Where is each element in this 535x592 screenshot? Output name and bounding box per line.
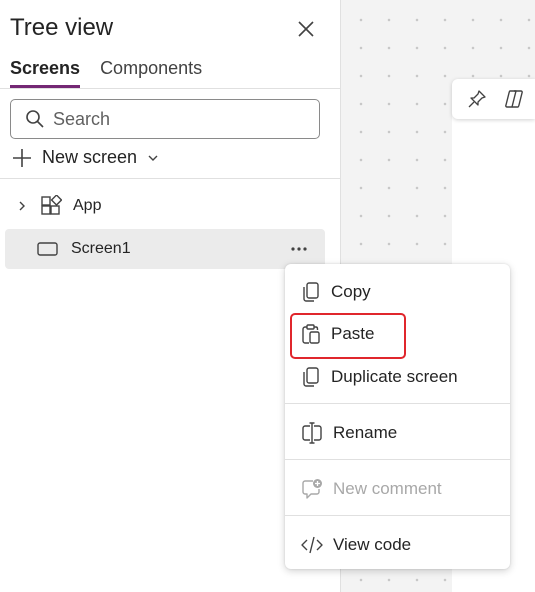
menu-item-label: Rename: [333, 423, 398, 442]
tree-item-screen1[interactable]: Screen1: [5, 229, 325, 269]
panel-title: Tree view: [10, 14, 114, 41]
tab-components[interactable]: Components: [100, 58, 202, 88]
screen-icon: [37, 241, 59, 257]
menu-divider: [285, 459, 510, 460]
close-icon: [297, 20, 315, 38]
more-options-button[interactable]: [287, 237, 311, 261]
tab-screens[interactable]: Screens: [10, 58, 81, 88]
tab-list: Screens Components: [10, 58, 202, 88]
tree-item-label: Screen1: [71, 240, 131, 257]
tree-item-label: App: [73, 197, 102, 214]
tree-item-app[interactable]: App: [5, 186, 325, 226]
close-button[interactable]: [293, 16, 319, 42]
tabs-divider: [0, 88, 341, 89]
menu-item-view-code[interactable]: View code: [285, 525, 510, 565]
comment-icon: [301, 478, 323, 500]
duplicate-icon: [301, 366, 321, 388]
pin-icon: [467, 89, 487, 109]
code-icon: [301, 535, 323, 555]
plus-icon: [12, 148, 32, 168]
new-screen-button[interactable]: New screen: [12, 147, 159, 168]
rename-icon: [301, 422, 323, 444]
chevron-right-icon[interactable]: [15, 200, 29, 212]
pin-button[interactable]: [462, 84, 492, 114]
menu-item-label: New comment: [333, 479, 442, 498]
copilot-button[interactable]: [500, 84, 530, 114]
menu-item-rename[interactable]: Rename: [285, 413, 510, 453]
copilot-icon: [504, 88, 526, 110]
search-box[interactable]: [10, 99, 320, 139]
context-menu: Copy Paste Duplicate screen Rename New c…: [285, 264, 510, 569]
menu-item-label: Paste: [331, 324, 375, 343]
new-screen-label: New screen: [42, 147, 138, 167]
chevron-down-icon: [147, 152, 159, 164]
canvas-toolbar: [452, 79, 535, 119]
menu-divider: [285, 403, 510, 404]
menu-item-label: Duplicate screen: [331, 367, 458, 386]
paste-icon: [301, 323, 321, 345]
search-icon: [25, 109, 45, 129]
menu-item-label: View code: [333, 535, 412, 554]
menu-item-label: Copy: [331, 282, 371, 301]
menu-divider: [285, 515, 510, 516]
app-icon: [39, 195, 63, 217]
menu-item-new-comment[interactable]: New comment: [285, 469, 510, 509]
menu-item-duplicate-screen[interactable]: Duplicate screen: [285, 357, 510, 397]
menu-item-paste[interactable]: Paste: [285, 314, 510, 354]
menu-item-copy[interactable]: Copy: [285, 272, 510, 312]
search-input[interactable]: [53, 108, 303, 130]
more-horizontal-icon: [290, 246, 308, 252]
copy-icon: [301, 281, 321, 303]
list-divider: [0, 178, 341, 179]
